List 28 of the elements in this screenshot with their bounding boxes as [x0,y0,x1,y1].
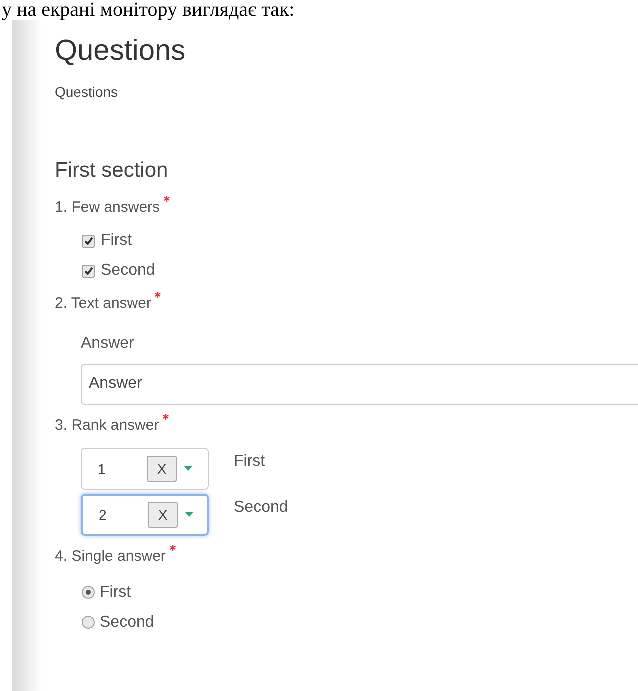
option-label: First [100,582,132,602]
dropdown-caret-icon[interactable] [184,466,193,472]
checkbox[interactable] [82,234,95,248]
page-subtitle: Questions [55,83,120,102]
rank-item-label: Second [234,498,288,518]
field-label: Answer [81,334,136,354]
checkbox[interactable] [82,264,95,278]
rank-select[interactable]: 1 X [81,448,209,490]
rank-select[interactable]: 2 X [81,494,209,536]
page-title: Questions [55,34,187,68]
radio-button[interactable] [82,586,95,599]
radio-button[interactable] [82,616,95,629]
question-label: 4. Single answer [55,547,166,567]
rank-item-label: First [234,452,266,472]
question-label: 1. Few answers [55,198,160,218]
dropdown-caret-icon[interactable] [185,512,194,518]
option-label: Second [100,612,154,632]
section-heading: First section [55,158,170,184]
clear-button[interactable]: X [147,456,177,482]
answer-field[interactable]: Answer [81,364,638,404]
option-label: First [101,231,132,251]
clear-button[interactable]: X [148,502,178,528]
question-label: 3. Rank answer [55,416,160,436]
rank-value: 1 [98,460,107,478]
option-label: Second [101,261,156,281]
question-label: 2. Text answer [55,294,152,314]
caption-text: у на екрані монітору виглядає так: [1,0,296,20]
rank-value: 2 [99,506,108,524]
